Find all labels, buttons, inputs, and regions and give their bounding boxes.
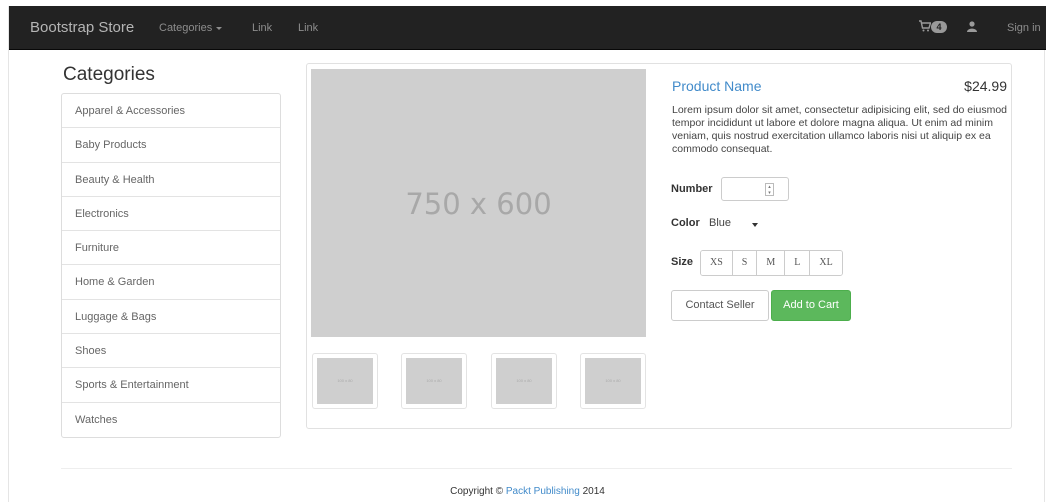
category-item[interactable]: Baby Products [62, 128, 280, 163]
thumbnail-placeholder-label: 100 x 80 [496, 358, 552, 404]
size-button[interactable]: M [757, 251, 786, 275]
category-item[interactable]: Luggage & Bags [62, 300, 280, 335]
size-button[interactable]: XL [810, 251, 842, 275]
size-label: Size [671, 256, 694, 268]
add-to-cart-button[interactable]: Add to Cart [771, 290, 851, 321]
category-item[interactable]: Furniture [62, 231, 280, 266]
category-item[interactable]: Apparel & Accessories [62, 94, 280, 129]
contact-seller-button[interactable]: Contact Seller [671, 290, 769, 321]
main-image-placeholder-label: 750 x 600 [405, 187, 552, 221]
nav-link-2[interactable]: Link [298, 22, 318, 34]
color-label: Color [671, 217, 700, 229]
category-item[interactable]: Home & Garden [62, 265, 280, 300]
product-thumbnail[interactable]: 100 x 80 [312, 353, 378, 409]
nav-categories-dropdown[interactable]: Categories [159, 22, 223, 34]
category-item[interactable]: Shoes [62, 334, 280, 369]
nav-categories-label: Categories [159, 22, 213, 34]
quantity-number-input[interactable]: ▴ ▾ [721, 177, 789, 201]
footer-divider [61, 468, 1012, 469]
footer-suffix: 2014 [579, 486, 605, 497]
product-panel: 750 x 600 100 x 80 100 x 80 100 x 80 100… [306, 63, 1012, 429]
page-frame: Bootstrap Store Categories Link Link 4 S… [8, 6, 1046, 502]
color-select[interactable]: Blue [709, 217, 731, 229]
category-item[interactable]: Beauty & Health [62, 163, 280, 197]
product-price: $24.99 [964, 78, 1007, 94]
size-button[interactable]: S [732, 251, 758, 275]
product-thumbnail[interactable]: 100 x 80 [491, 353, 557, 409]
categories-list: Apparel & Accessories Baby Products Beau… [61, 93, 281, 438]
caret-down-icon [216, 26, 223, 30]
category-item[interactable]: Electronics [62, 197, 280, 232]
nav-link-1[interactable]: Link [252, 22, 272, 34]
number-spinner-icon[interactable]: ▴ ▾ [765, 183, 774, 196]
thumbnail-placeholder-label: 100 x 80 [406, 358, 462, 404]
category-item[interactable]: Watches [62, 403, 280, 437]
top-navbar: Bootstrap Store Categories Link Link 4 S… [9, 6, 1046, 50]
cart-count-badge: 4 [931, 21, 947, 33]
product-name-link[interactable]: Product Name [672, 78, 761, 94]
number-label: Number [671, 183, 713, 195]
product-thumbnail[interactable]: 100 x 80 [580, 353, 646, 409]
footer-publisher-link[interactable]: Packt Publishing [506, 486, 580, 497]
select-caret-icon [752, 223, 758, 227]
thumbnail-placeholder-label: 100 x 80 [585, 358, 641, 404]
categories-heading: Categories [63, 64, 155, 85]
product-main-image: 750 x 600 [311, 69, 646, 337]
navbar-brand[interactable]: Bootstrap Store [30, 19, 134, 36]
user-icon[interactable] [967, 21, 977, 32]
size-button[interactable]: L [785, 251, 811, 275]
thumbnail-placeholder-label: 100 x 80 [317, 358, 373, 404]
shopping-cart-icon [919, 20, 931, 32]
sign-in-link[interactable]: Sign in [1007, 22, 1041, 34]
product-description: Lorem ipsum dolor sit amet, consectetur … [672, 104, 1007, 155]
footer-copyright: Copyright © Packt Publishing 2014 [9, 486, 1046, 497]
size-button-group: XS S M L XL [700, 250, 843, 276]
category-item[interactable]: Sports & Entertainment [62, 368, 280, 403]
size-button[interactable]: XS [701, 251, 733, 275]
product-thumbnail[interactable]: 100 x 80 [401, 353, 467, 409]
footer-prefix: Copyright © [450, 486, 506, 497]
